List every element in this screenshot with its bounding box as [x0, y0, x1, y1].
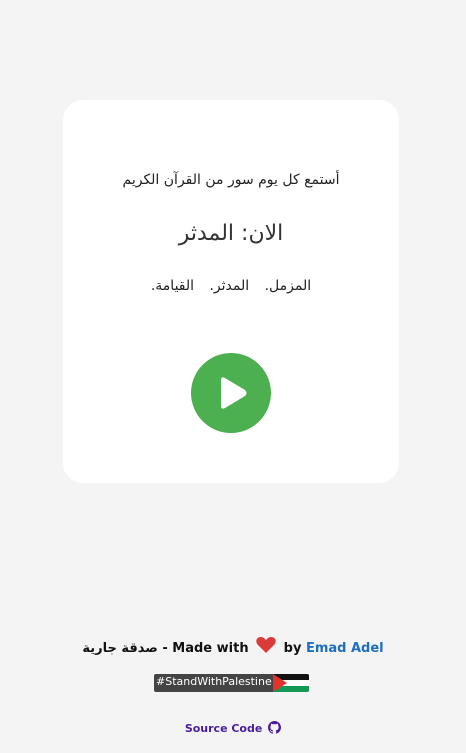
page: أستمع كل يوم سور من القرآن الكريم الان: …: [0, 0, 466, 753]
surah-item[interactable]: القيامة.: [151, 278, 194, 294]
heart-icon: [256, 636, 276, 658]
source-code-label: Source Code: [184, 722, 263, 735]
source-code-link[interactable]: Source Code: [0, 721, 466, 735]
player-card: أستمع كل يوم سور من القرآن الكريم الان: …: [63, 100, 399, 483]
subtitle: أستمع كل يوم سور من القرآن الكريم: [122, 172, 340, 188]
surah-list: المزمل. المدثر. القيامة.: [63, 278, 399, 294]
surah-item[interactable]: المدثر.: [209, 278, 249, 294]
by-text: by: [283, 641, 302, 656]
github-icon: [268, 721, 282, 734]
palestine-flag-icon: [273, 674, 309, 692]
charity-text: صدقة جارية - Made with: [82, 641, 249, 656]
now-playing-title: الان: المدثر: [178, 221, 284, 246]
badge-text: #StandWithPalestine: [156, 675, 272, 688]
play-icon: [221, 377, 247, 409]
surah-item[interactable]: المزمل.: [265, 278, 312, 294]
play-button[interactable]: [191, 353, 271, 433]
footer-credit: صدقة جارية - Made with by Emad Adel: [0, 636, 466, 658]
author-link[interactable]: Emad Adel: [306, 641, 384, 656]
stand-with-palestine-badge[interactable]: #StandWithPalestine: [154, 674, 309, 692]
